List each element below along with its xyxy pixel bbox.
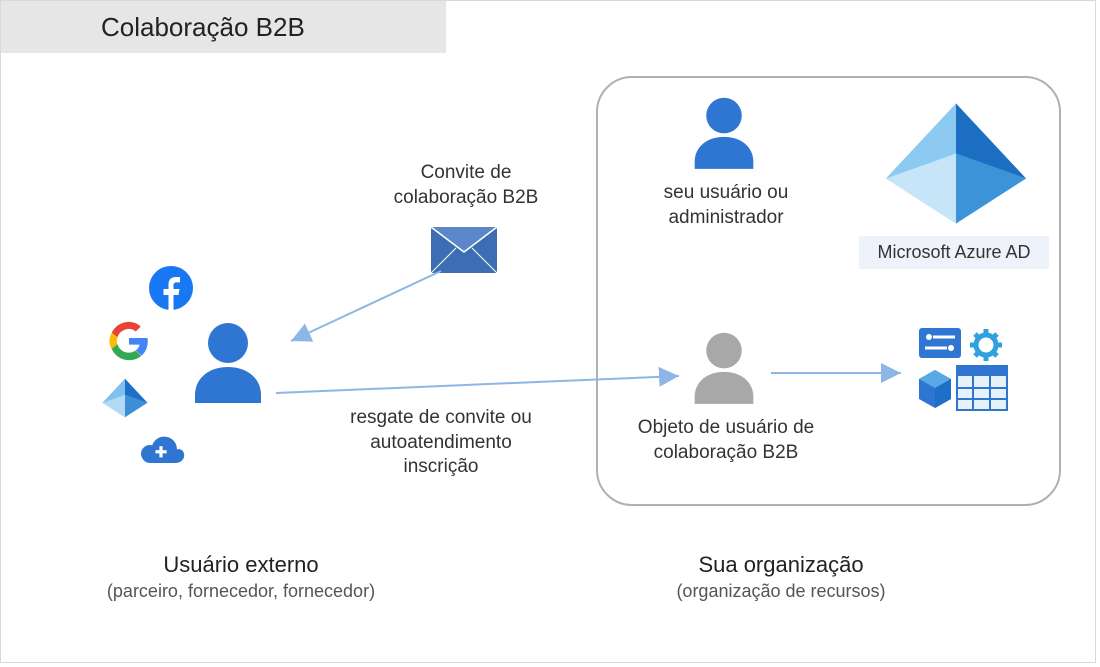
- external-user-person-icon: [191, 321, 265, 416]
- your-org-title: Sua organização: [698, 552, 863, 577]
- invite-line1: Convite de: [421, 162, 512, 183]
- diagram-frame: Colaboração B2B: [0, 0, 1096, 663]
- redeem-line1: resgate de convite ou: [350, 407, 532, 428]
- azure-ad-icon: [101, 376, 149, 425]
- envelope-icon: [430, 226, 498, 279]
- external-user-subtitle: (parceiro, fornecedor, fornecedor): [107, 581, 375, 601]
- azure-ad-pyramid-icon: [881, 96, 1031, 236]
- your-org-subtitle: (organização de recursos): [676, 581, 885, 601]
- b2b-object-line1: Objeto de usuário de: [638, 417, 814, 438]
- azure-ad-label: Microsoft Azure AD: [859, 236, 1049, 269]
- external-user-caption: Usuário externo (parceiro, fornecedor, f…: [91, 551, 391, 604]
- your-user-label: seu usuário ou administrador: [636, 181, 816, 230]
- redeem-line2: autoatendimento: [370, 432, 512, 453]
- b2b-object-label: Objeto de usuário de colaboração B2B: [621, 416, 831, 465]
- guest-user-person-icon: [691, 331, 757, 416]
- facebook-icon: [149, 266, 193, 315]
- diagram-title: Colaboração B2B: [101, 12, 305, 43]
- your-user-line2: administrador: [668, 207, 783, 228]
- arrow-invite: [291, 271, 441, 341]
- redeem-line3: inscrição: [404, 456, 479, 477]
- invite-line2: colaboração B2B: [394, 187, 539, 208]
- your-user-line1: seu usuário ou: [664, 182, 789, 203]
- your-org-caption: Sua organização (organização de recursos…: [601, 551, 961, 604]
- your-user-person-icon: [691, 96, 757, 181]
- external-user-title: Usuário externo: [163, 552, 318, 577]
- google-icon: [109, 321, 149, 366]
- azure-resources-icon: [913, 326, 1013, 421]
- b2b-object-line2: colaboração B2B: [654, 442, 799, 463]
- redeem-label: resgate de convite ou autoatendimento in…: [311, 406, 571, 480]
- diagram-title-bar: Colaboração B2B: [1, 1, 446, 53]
- cloud-plus-icon: [133, 431, 189, 476]
- invite-label: Convite de colaboração B2B: [371, 161, 561, 210]
